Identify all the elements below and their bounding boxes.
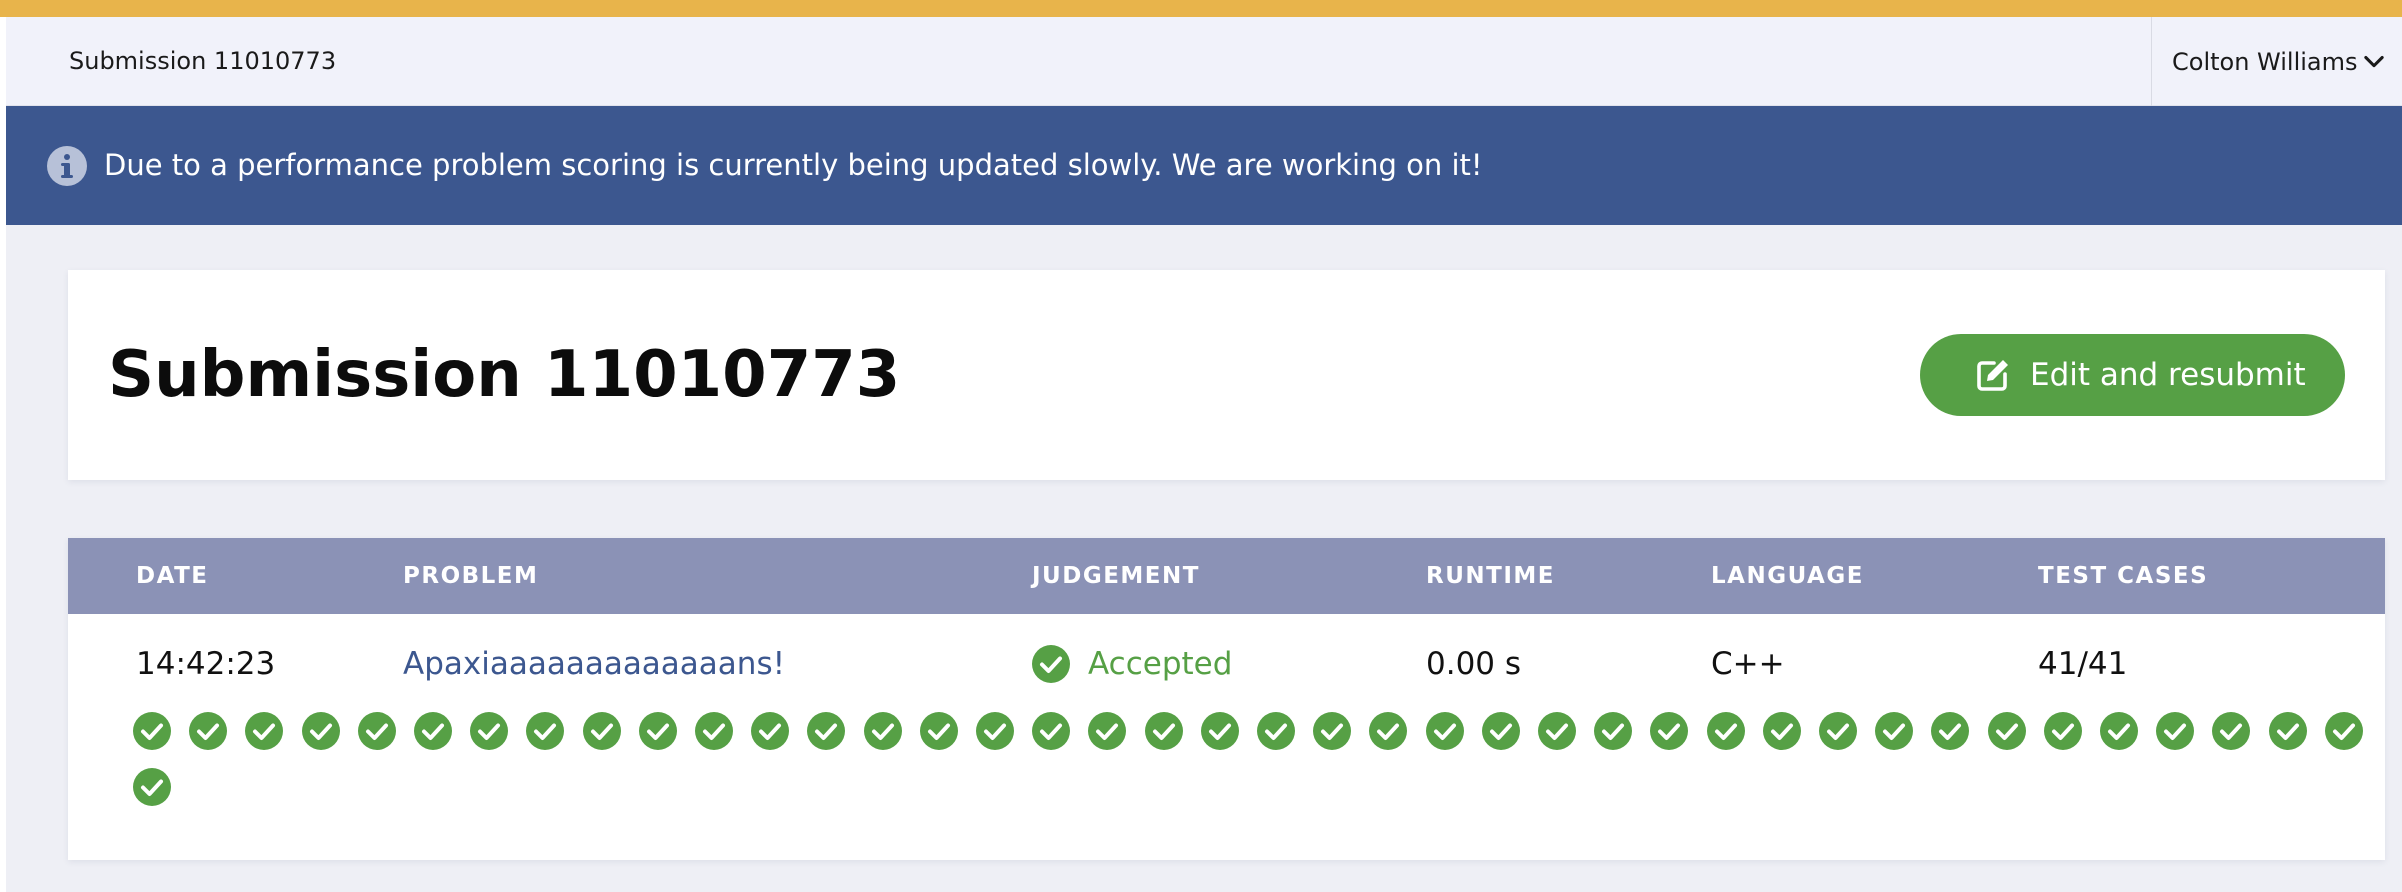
test-case-check-icon[interactable]: [301, 712, 340, 750]
test-case-check-icon[interactable]: [1762, 712, 1801, 750]
cell-judgement: Accepted: [1032, 614, 1232, 714]
topbar-title: Submission 11010773: [69, 47, 337, 75]
test-case-check-icon[interactable]: [2212, 712, 2251, 750]
test-case-check-icon[interactable]: [133, 768, 171, 806]
test-case-check-icon[interactable]: [189, 712, 228, 750]
test-case-check-icon[interactable]: [1200, 712, 1239, 750]
cell-language: C++: [1711, 646, 1785, 682]
test-case-check-icon[interactable]: [1257, 712, 1295, 750]
column-header-runtime: RUNTIME: [1426, 563, 1555, 589]
test-case-check-icon[interactable]: [919, 712, 958, 750]
announcement-banner: Due to a performance problem scoring is …: [6, 106, 2402, 225]
test-case-check-icon[interactable]: [1706, 712, 1745, 750]
cell-date: 14:42:23: [136, 646, 276, 682]
top-accent-bar: [0, 0, 2402, 17]
test-case-check-icon[interactable]: [414, 712, 452, 750]
column-header-judgement: JUDGEMENT: [1032, 563, 1200, 589]
judgement-status: Accepted: [1088, 646, 1233, 682]
test-case-check-icon[interactable]: [1481, 712, 1520, 750]
test-case-check-icon[interactable]: [695, 712, 733, 750]
test-case-check-icon[interactable]: [1144, 712, 1183, 750]
test-case-check-icon[interactable]: [1987, 712, 2026, 750]
test-case-check-icon[interactable]: [1369, 712, 1408, 750]
cell-test-cases: 41/41: [2038, 646, 2128, 682]
test-case-check-icon[interactable]: [1425, 712, 1464, 750]
test-case-check-icon[interactable]: [1819, 712, 1857, 750]
cell-problem: Apaxiaaaaaaaaaaaaans!: [403, 614, 785, 714]
test-case-check-icon[interactable]: [2156, 712, 2195, 750]
test-case-check-icon[interactable]: [1088, 712, 1127, 750]
edit-and-resubmit-button[interactable]: Edit and resubmit: [1920, 334, 2345, 416]
table-header: DATE PROBLEM JUDGEMENT RUNTIME LANGUAGE …: [68, 538, 2385, 614]
column-header-date: DATE: [136, 563, 209, 589]
chevron-down-icon: [2364, 55, 2384, 68]
info-icon: [47, 146, 87, 186]
submission-results-table: DATE PROBLEM JUDGEMENT RUNTIME LANGUAGE …: [68, 538, 2385, 860]
submission-header-card: Submission 11010773 Edit and resubmit: [68, 270, 2385, 480]
cell-runtime: 0.00 s: [1426, 646, 1522, 682]
test-case-check-icon[interactable]: [582, 712, 621, 750]
column-header-problem: PROBLEM: [403, 563, 539, 589]
banner-text: Due to a performance problem scoring is …: [104, 148, 1483, 182]
test-case-check-icon[interactable]: [470, 712, 509, 750]
edit-icon: [1977, 360, 2008, 391]
page-title: Submission 11010773: [108, 338, 901, 412]
test-case-check-icon[interactable]: [1650, 712, 1689, 750]
test-case-check-icon[interactable]: [751, 712, 790, 750]
test-case-check-icon[interactable]: [1538, 712, 1576, 750]
test-case-check-icon[interactable]: [807, 712, 846, 750]
test-case-check-icon[interactable]: [863, 712, 902, 750]
test-case-check-icon[interactable]: [526, 712, 565, 750]
test-case-check-icon[interactable]: [2324, 712, 2363, 750]
test-case-check-icon[interactable]: [2100, 712, 2138, 750]
test-case-check-icon[interactable]: [2043, 712, 2082, 750]
test-case-check-icon[interactable]: [1875, 712, 1914, 750]
test-case-check-icon[interactable]: [1594, 712, 1633, 750]
check-circle-icon: [1032, 645, 1070, 683]
column-header-test-cases: TEST CASES: [2038, 563, 2209, 589]
test-case-check-icon[interactable]: [638, 712, 677, 750]
test-case-check-icon[interactable]: [1032, 712, 1071, 750]
resubmit-label: Edit and resubmit: [2030, 357, 2306, 393]
test-case-check-icon[interactable]: [1931, 712, 1970, 750]
test-case-check-icon[interactable]: [133, 712, 171, 750]
user-name: Colton Williams: [2172, 47, 2358, 76]
test-case-check-icon[interactable]: [245, 712, 284, 750]
test-case-check-icon[interactable]: [1313, 712, 1352, 750]
test-case-check-icon[interactable]: [357, 712, 396, 750]
test-case-check-icon[interactable]: [976, 712, 1014, 750]
problem-link[interactable]: Apaxiaaaaaaaaaaaaans!: [403, 646, 785, 682]
column-header-language: LANGUAGE: [1711, 563, 1864, 589]
user-menu[interactable]: Colton Williams: [2151, 17, 2402, 106]
top-navbar: Submission 11010773 Colton Williams: [6, 17, 2402, 106]
test-case-check-icon[interactable]: [2268, 712, 2307, 750]
